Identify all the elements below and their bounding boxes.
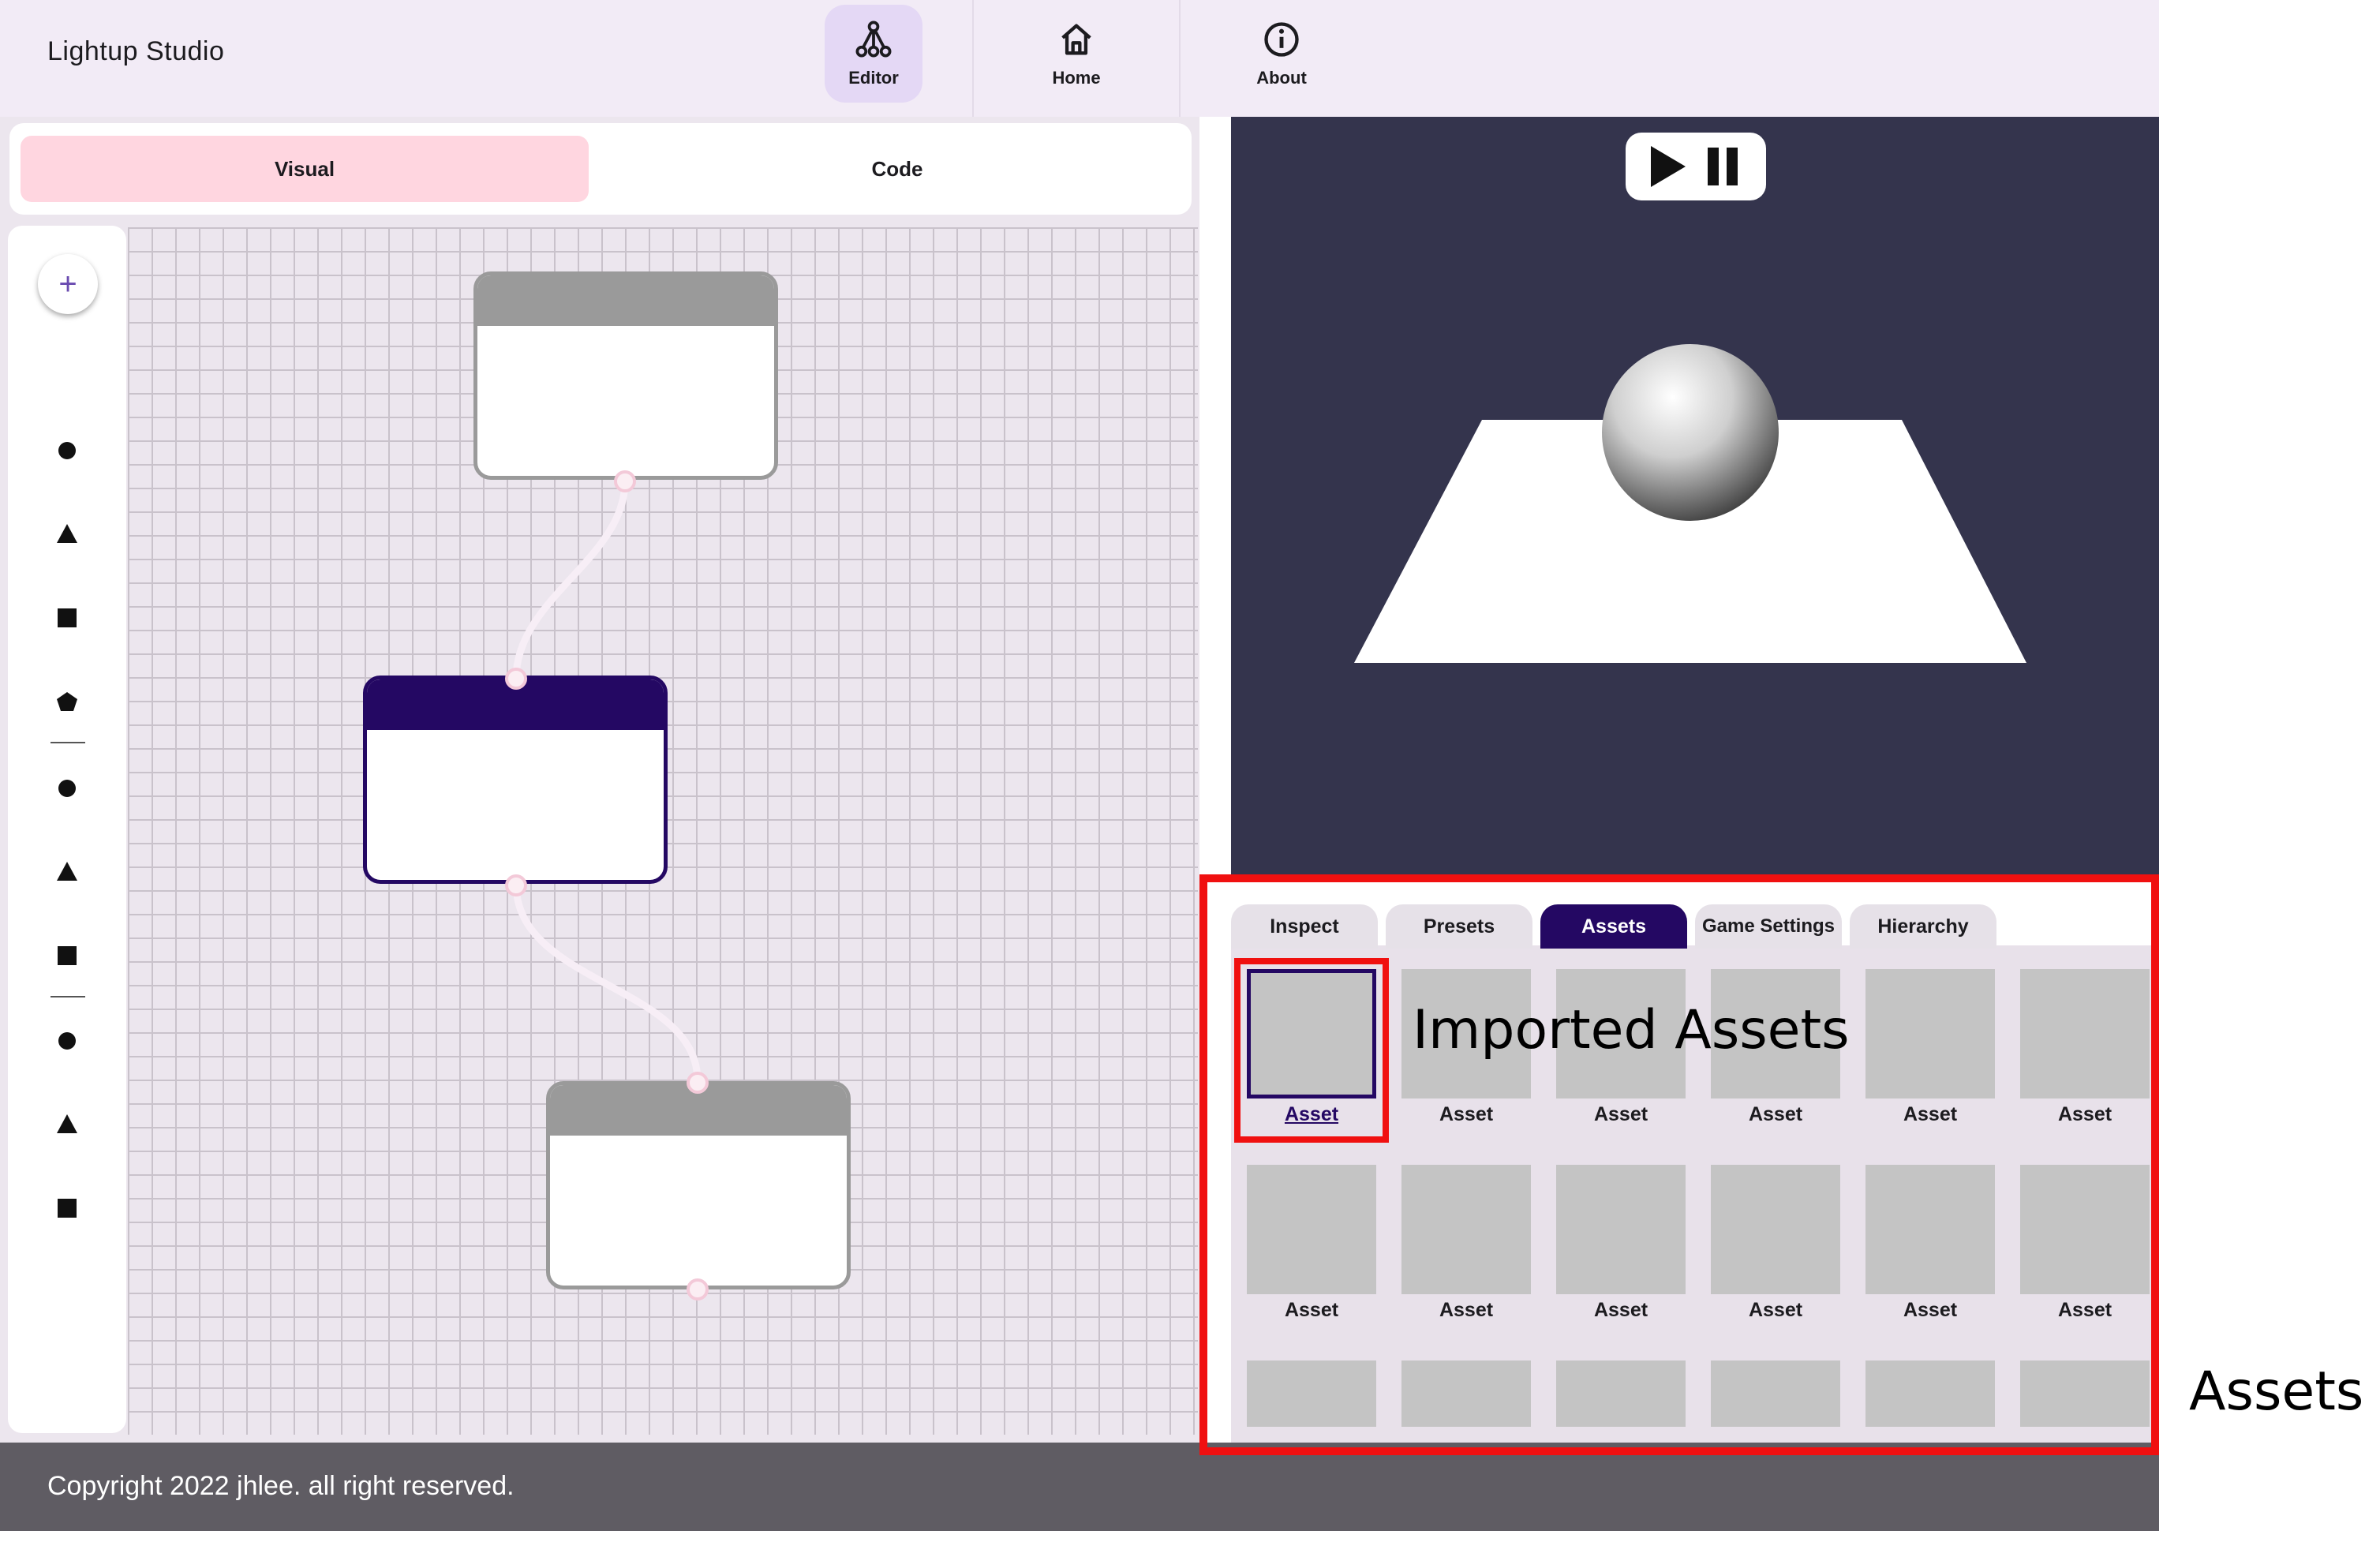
node-output-port [687,1278,709,1301]
annotation-assets-label: Assets [2189,1360,2364,1423]
nav-divider [972,0,974,117]
annotation-imported-label: Imported Assets [1413,999,1850,1061]
node-output-port [505,874,527,896]
shape-palette: + [8,226,126,1433]
pentagon-shape-icon[interactable] [47,682,87,721]
circle-shape-icon[interactable] [47,769,87,808]
home-icon [1061,24,1091,55]
square-shape-icon[interactable] [47,936,87,975]
node-output-port [614,470,636,492]
pause-icon[interactable] [1703,143,1744,190]
game-viewport[interactable] [1231,117,2159,876]
node-connections [505,470,709,1301]
nav-home[interactable]: Home [1027,5,1125,103]
triangle-shape-icon[interactable] [47,515,87,554]
play-icon[interactable] [1648,143,1689,190]
visual-editor-pane: Visual Code + [0,117,1199,1443]
nav-editor-label: Editor [848,68,899,88]
nav-divider [1179,0,1181,117]
triangle-shape-icon[interactable] [47,1105,87,1144]
footer: Copyright 2022 jhlee. all right reserved… [0,1443,2159,1531]
mode-toggle: Visual Code [9,123,1192,215]
copyright-text: Copyright 2022 jhlee. all right reserved… [47,1471,515,1501]
node-input-port [505,668,527,690]
sphere-object [1602,344,1779,521]
editor-nodes-icon [855,21,892,58]
nav-about-label: About [1256,68,1307,88]
node-input-port [687,1072,709,1094]
app-title: Lightup Studio [47,36,225,66]
palette-divider [51,742,85,743]
playback-controls [1626,133,1766,200]
top-app-bar: Lightup Studio Editor Home About [0,0,2159,117]
node-graph-canvas[interactable] [128,227,1198,1435]
circle-shape-icon[interactable] [47,431,87,470]
info-icon [1264,22,1299,57]
code-mode-button[interactable]: Code [617,136,1177,202]
annotation-imported-box [1234,958,1389,1143]
nav-editor[interactable]: Editor [825,5,922,103]
nav-home-label: Home [1052,68,1101,88]
nav-about[interactable]: About [1233,5,1330,103]
visual-mode-button[interactable]: Visual [21,136,589,202]
palette-divider [51,996,85,997]
square-shape-icon[interactable] [47,598,87,638]
scene-render [1354,344,2026,663]
square-shape-icon[interactable] [47,1188,87,1228]
circle-shape-icon[interactable] [47,1021,87,1061]
add-node-button[interactable]: + [38,254,98,314]
triangle-shape-icon[interactable] [47,852,87,892]
